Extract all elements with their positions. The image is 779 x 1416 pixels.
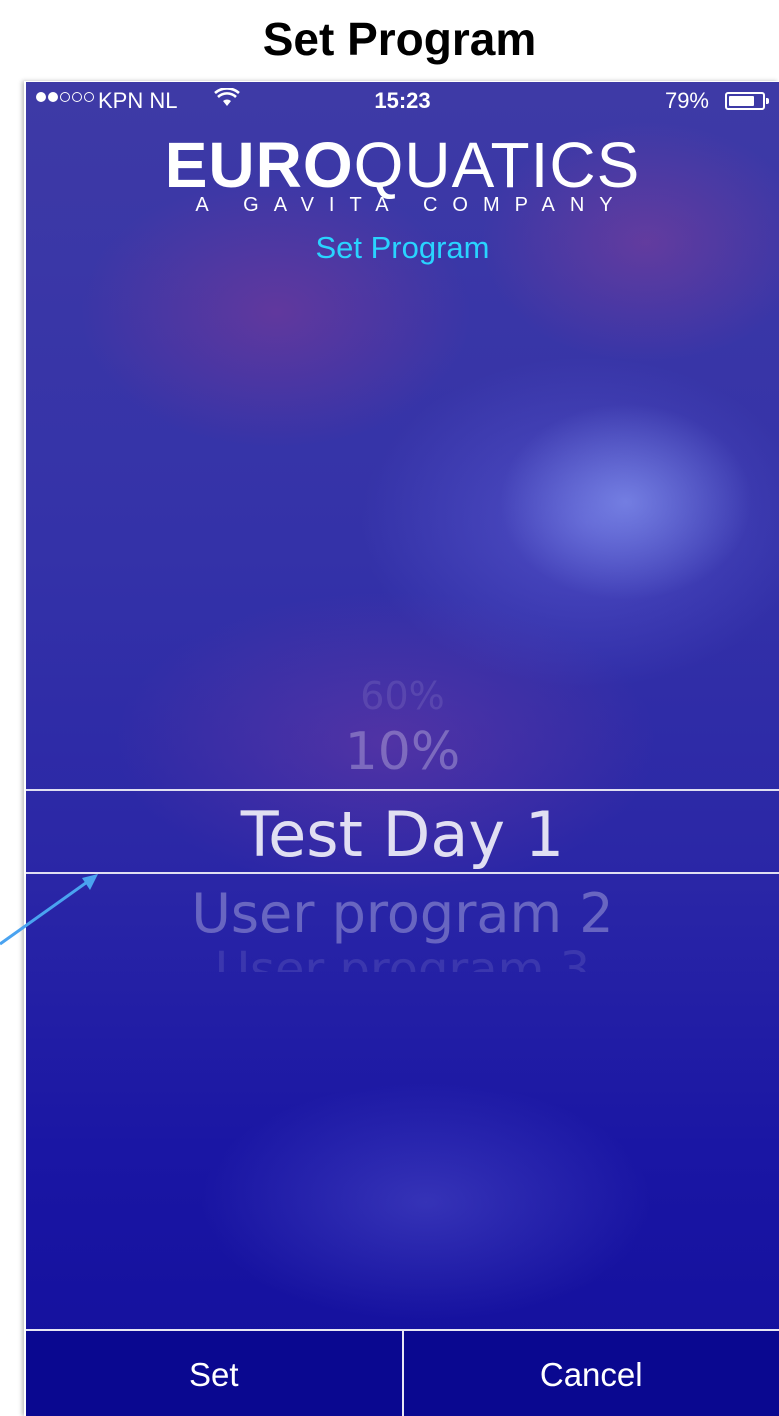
status-bar: KPN NL 15:23 79% — [26, 82, 779, 122]
logo-thin-text: QUATICS — [353, 129, 641, 201]
arrow-icon — [0, 874, 98, 946]
picker-selection-line — [26, 872, 779, 874]
page: Set Program KPN NL 15:23 79% EUROQUATICS… — [0, 0, 779, 1416]
picker-selected-option[interactable]: Test Day 1 — [26, 798, 779, 871]
picker-option[interactable]: 60% — [26, 674, 779, 714]
phone-screen: KPN NL 15:23 79% EUROQUATICS A GAVITA CO… — [26, 82, 779, 1416]
picker-option[interactable]: 10% — [26, 722, 779, 782]
battery-fill — [729, 96, 755, 106]
logo-tagline: A GAVITA COMPANY — [195, 194, 628, 216]
logo-wordmark: EUROQUATICS — [26, 132, 779, 198]
battery-percent: 79% — [664, 88, 709, 113]
picker-option[interactable]: User program 2 — [26, 882, 779, 945]
set-button[interactable]: Set — [26, 1331, 402, 1416]
picker-selection-line — [26, 789, 779, 791]
logo-bold-text: EURO — [164, 129, 354, 201]
picker-option[interactable]: User program 3 — [26, 942, 779, 972]
button-bar: Set Cancel — [26, 1329, 779, 1416]
screen-title: Set Program — [315, 230, 490, 265]
page-title: Set Program — [262, 13, 537, 65]
cancel-button[interactable]: Cancel — [404, 1331, 779, 1416]
euroquatics-logo: EUROQUATICS A GAVITA COMPANY — [26, 132, 779, 217]
battery-tip — [766, 98, 769, 104]
battery-icon — [725, 92, 769, 110]
